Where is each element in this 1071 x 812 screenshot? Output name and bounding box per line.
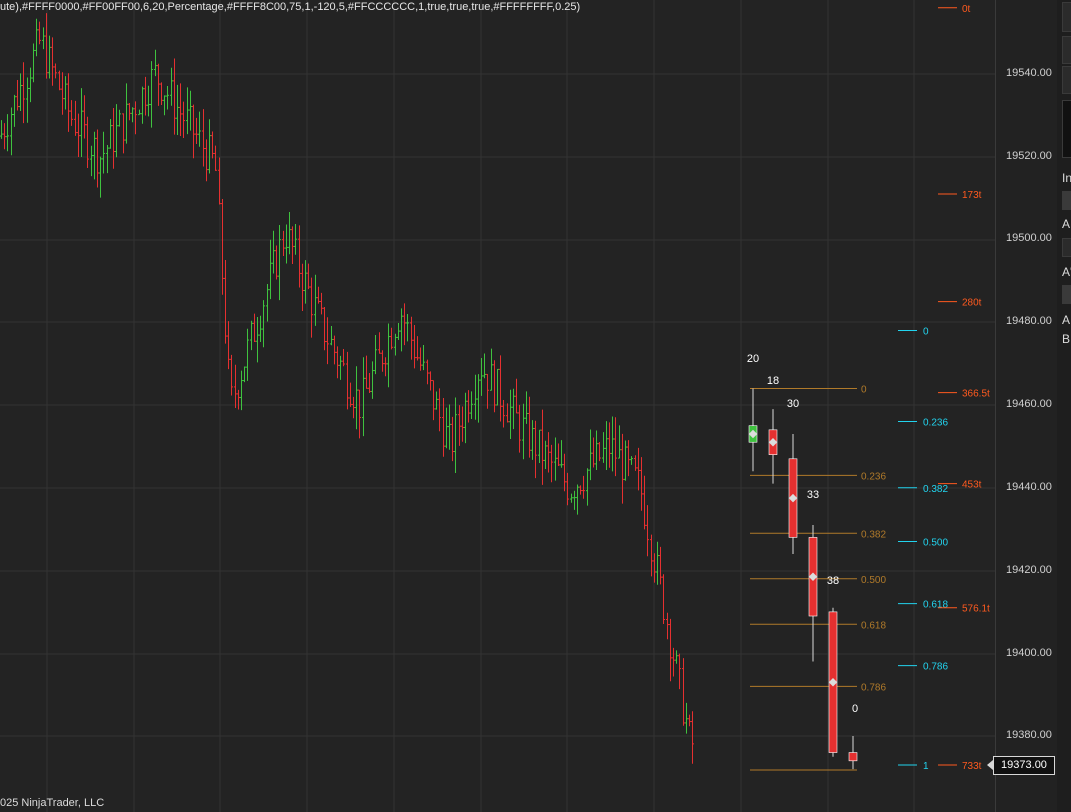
fib-projection-label: 0.786 <box>923 662 948 673</box>
indicator-parameters: ute),#FFFF0000,#FF00FF00,6,20,Percentage… <box>0 1 581 13</box>
chart-area[interactable]: 0 0.236 0.382 0.500 0.618 0.786 0 0.236 0.382 0.5… <box>0 0 995 812</box>
fib-level-label: 0.500 <box>861 575 886 586</box>
price-tick-label: 19380.00 <box>1006 729 1052 741</box>
candle-count-label: 38 <box>827 575 839 587</box>
price-tick-label: 19400.00 <box>1006 647 1052 659</box>
panel-control[interactable] <box>1062 285 1071 304</box>
candle-count-label: 33 <box>807 489 819 501</box>
candle-count-label: 18 <box>767 375 779 387</box>
panel-control[interactable] <box>1062 100 1071 158</box>
price-tick-label: 19460.00 <box>1006 398 1052 410</box>
price-tick-label: 19420.00 <box>1006 564 1052 576</box>
price-axis[interactable]: 19540.00 19520.00 19500.00 19480.00 1946… <box>995 0 1058 812</box>
fib-projection-label: 1 <box>923 761 929 772</box>
fib-level-label: 0.786 <box>861 682 886 693</box>
candle-count-label: 30 <box>787 398 799 410</box>
candle-count-label: 20 <box>747 353 759 365</box>
price-tick-label: 19500.00 <box>1006 232 1052 244</box>
tick-distance-label: 366.5t <box>962 389 990 400</box>
fib-projection-label: 0.236 <box>923 418 948 429</box>
side-panel[interactable]: In A A' A B <box>1057 0 1071 812</box>
price-tick-label: 19480.00 <box>1006 315 1052 327</box>
tick-distance-label: 280t <box>962 298 982 309</box>
price-tick-label: 19520.00 <box>1006 150 1052 162</box>
tick-distance-label: 576.1t <box>962 604 990 615</box>
fib-projection-label: 0.618 <box>923 600 948 611</box>
copyright-text: 025 NinjaTrader, LLC <box>0 797 105 809</box>
panel-label: In <box>1062 171 1071 185</box>
price-tick-label: 19540.00 <box>1006 67 1052 79</box>
panel-control[interactable] <box>1062 238 1071 257</box>
panel-label: A' <box>1062 265 1071 279</box>
tick-distance-label: 0t <box>962 4 971 15</box>
fib-projection-label: 0.500 <box>923 538 948 549</box>
panel-label: A <box>1062 313 1071 327</box>
current-price-marker: 19373.00 <box>987 756 1055 775</box>
price-tick-label: 19440.00 <box>1006 481 1052 493</box>
fib-level-label: 0 <box>861 384 867 395</box>
fib-projection-label: 0.382 <box>923 484 948 495</box>
tick-distance-label: 453t <box>962 480 982 491</box>
panel-control[interactable] <box>1062 36 1071 64</box>
panel-control[interactable] <box>1062 2 1071 32</box>
price-chart[interactable]: 00.2360.3820.5000.6180.78600.2360.3820.5… <box>0 0 995 812</box>
fib-level-label: 0.382 <box>861 529 886 540</box>
fib-level-label: 0.236 <box>861 471 886 482</box>
tick-distance-label: 173t <box>962 190 982 201</box>
panel-label: B <box>1062 332 1071 346</box>
panel-control[interactable] <box>1062 191 1071 210</box>
tick-distance-label: 733t <box>962 761 982 772</box>
panel-control[interactable] <box>1062 66 1071 94</box>
fib-level-label: 0.618 <box>861 620 886 631</box>
fib-projection-label: 0 <box>923 327 929 338</box>
panel-label: A <box>1062 217 1071 231</box>
candle-body <box>848 752 858 762</box>
candle-count-label: 0 <box>852 703 858 715</box>
